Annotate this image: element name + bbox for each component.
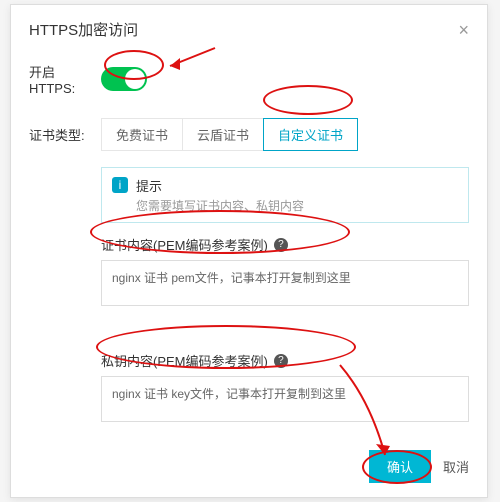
hint-subtitle: 您需要填写证书内容、私钥内容 <box>136 197 304 214</box>
help-icon[interactable]: ? <box>274 354 288 368</box>
hint-box: i 提示 您需要填写证书内容、私钥内容 <box>101 167 469 223</box>
key-content-input[interactable] <box>101 376 469 422</box>
confirm-button[interactable]: 确认 <box>369 450 431 483</box>
enable-https-row: 开启HTTPS: <box>29 62 469 96</box>
cancel-button[interactable]: 取消 <box>443 457 469 476</box>
toggle-knob <box>125 69 145 89</box>
key-content-block: 私钥内容(PEM编码参考案例) ? <box>101 351 469 425</box>
cert-type-tabs: 免费证书 云盾证书 自定义证书 <box>101 118 358 151</box>
dialog-footer: 确认 取消 <box>369 450 469 483</box>
cert-type-row: 证书类型: 免费证书 云盾证书 自定义证书 <box>29 118 469 151</box>
tab-free-cert[interactable]: 免费证书 <box>102 119 183 150</box>
cert-type-label: 证书类型: <box>29 125 101 144</box>
cert-content-block: 证书内容(PEM编码参考案例) ? <box>101 235 469 309</box>
cert-content-input[interactable] <box>101 260 469 306</box>
key-content-label: 私钥内容(PEM编码参考案例) ? <box>101 351 469 370</box>
key-content-label-text: 私钥内容(PEM编码参考案例) <box>101 351 268 370</box>
enable-https-toggle[interactable] <box>101 67 147 91</box>
dialog-title: HTTPS加密访问 <box>29 19 138 40</box>
cert-content-label-text: 证书内容(PEM编码参考案例) <box>101 235 268 254</box>
https-dialog: HTTPS加密访问 × 开启HTTPS: 证书类型: 免费证书 云盾证书 自定义… <box>10 4 488 498</box>
enable-https-label: 开启HTTPS: <box>29 62 101 96</box>
close-icon[interactable]: × <box>458 21 469 39</box>
tab-yundun-cert[interactable]: 云盾证书 <box>183 119 264 150</box>
hint-text: 提示 您需要填写证书内容、私钥内容 <box>136 176 304 214</box>
hint-title: 提示 <box>136 176 304 195</box>
cert-content-label: 证书内容(PEM编码参考案例) ? <box>101 235 469 254</box>
help-icon[interactable]: ? <box>274 238 288 252</box>
tab-custom-cert[interactable]: 自定义证书 <box>263 118 358 151</box>
dialog-header: HTTPS加密访问 × <box>29 19 469 40</box>
info-icon: i <box>112 177 128 193</box>
